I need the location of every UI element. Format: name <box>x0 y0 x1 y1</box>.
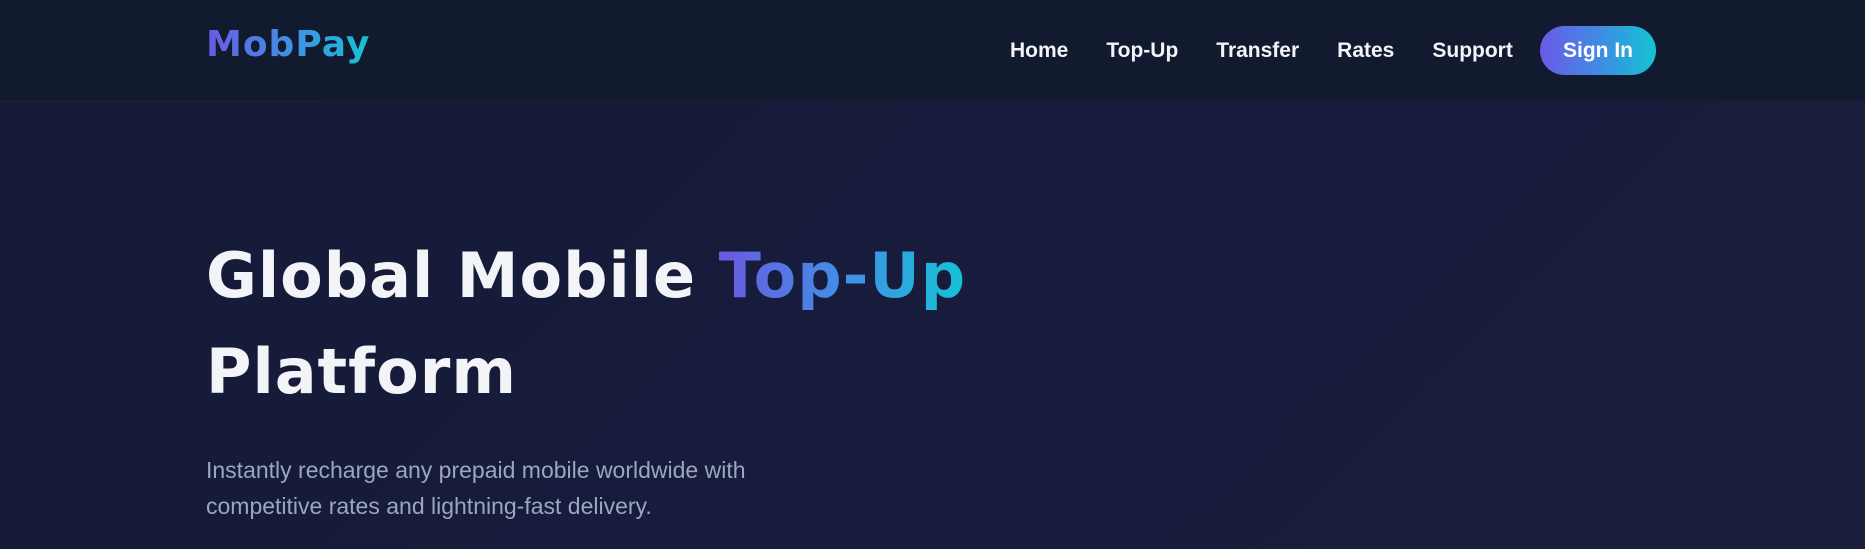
hero-title-part2: Platform <box>206 335 517 408</box>
hero-section: Global Mobile Top-Up Platform Instantly r… <box>206 228 1106 524</box>
hero-title-accent: Top-Up <box>718 239 967 312</box>
page: MobPay Home Top-Up Transfer Rates Suppor… <box>0 0 1865 549</box>
hero-title-part1: Global Mobile <box>206 239 719 312</box>
nav-link-top-up[interactable]: Top-Up <box>1106 39 1178 63</box>
nav-link-support[interactable]: Support <box>1432 39 1512 63</box>
main-nav: Home Top-Up Transfer Rates Support <box>1010 0 1551 102</box>
hero-title: Global Mobile Top-Up Platform <box>206 228 1106 420</box>
nav-link-home[interactable]: Home <box>1010 39 1068 63</box>
sign-in-button[interactable]: Sign In <box>1540 26 1656 75</box>
hero-subtitle: Instantly recharge any prepaid mobile wo… <box>206 457 746 519</box>
nav-link-transfer[interactable]: Transfer <box>1216 39 1299 63</box>
brand-logo[interactable]: MobPay <box>206 24 370 65</box>
top-navbar: MobPay Home Top-Up Transfer Rates Suppor… <box>0 0 1865 102</box>
nav-link-rates[interactable]: Rates <box>1337 39 1394 63</box>
